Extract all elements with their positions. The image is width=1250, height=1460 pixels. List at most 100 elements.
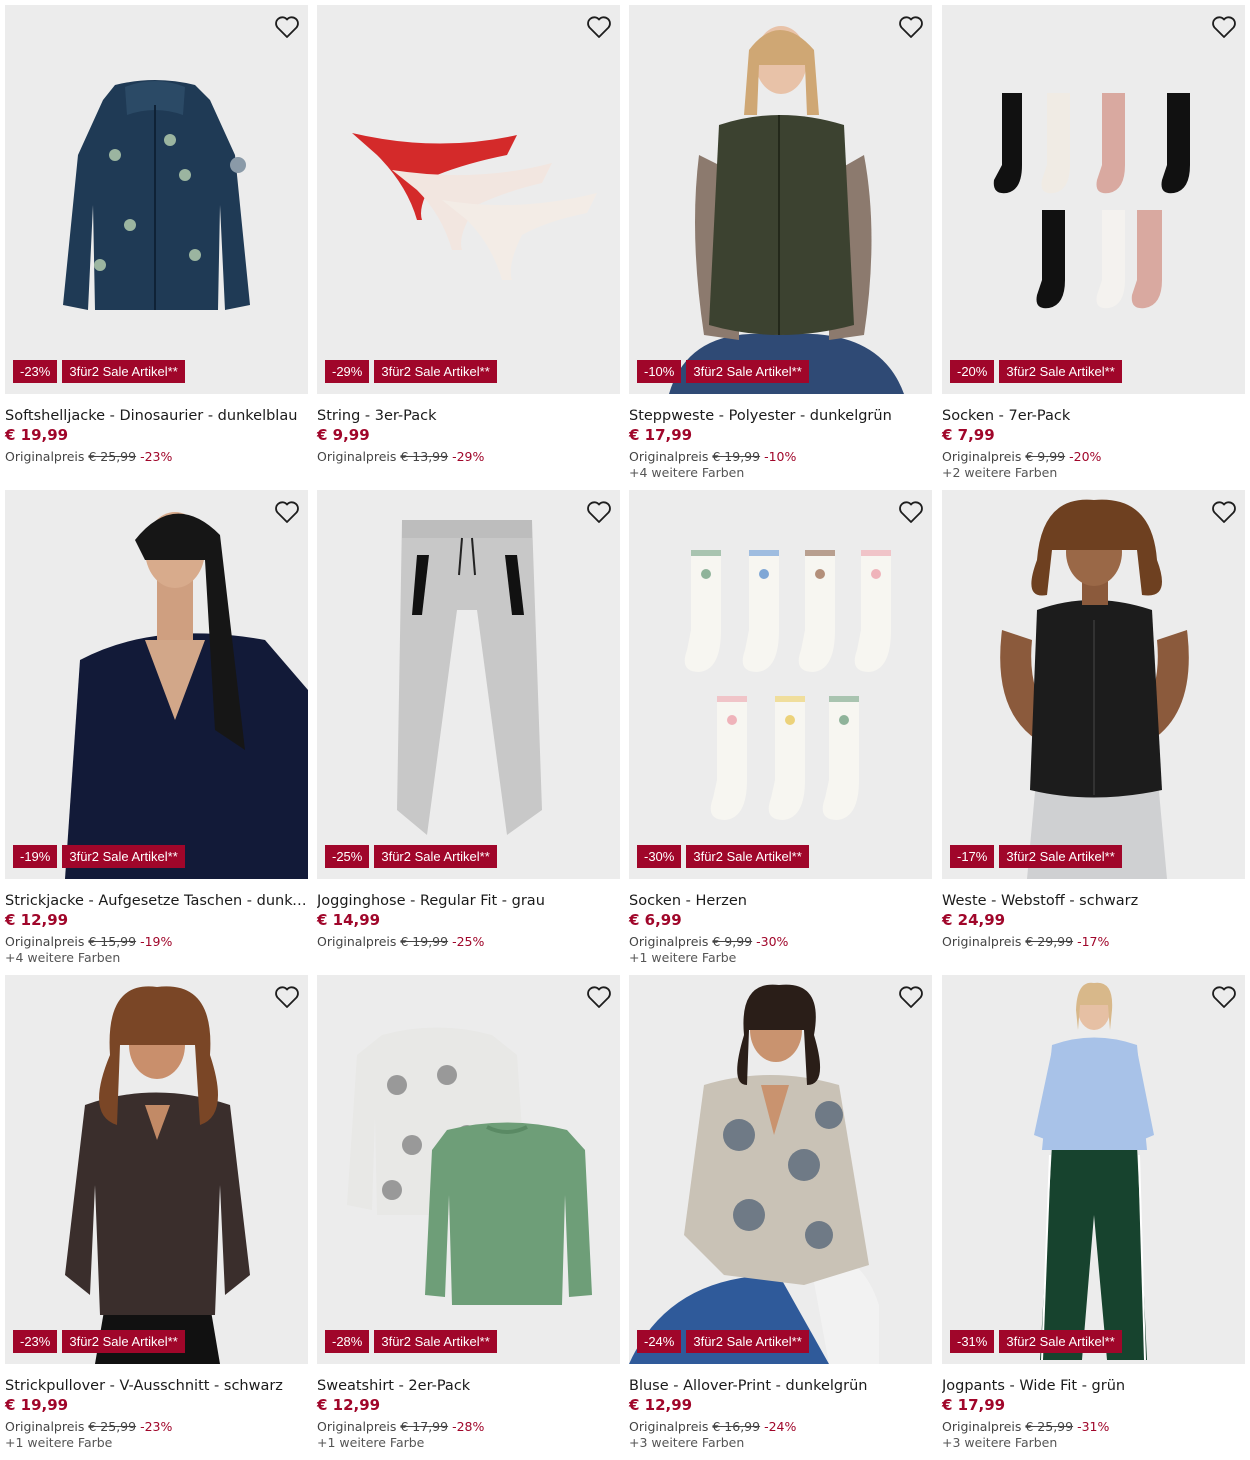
discount-badge: -19% <box>13 845 58 868</box>
product-price: € 12,99 <box>317 1396 381 1414</box>
original-price-label: Originalpreis <box>629 449 709 464</box>
product-title[interactable]: Socken - 7er-Pack <box>942 407 1245 426</box>
discount-badge: -23% <box>13 1330 58 1353</box>
more-colors: +3 weitere Farben <box>629 1435 745 1450</box>
jogging-pants-image <box>397 520 542 835</box>
wishlist-heart-icon[interactable] <box>1211 985 1237 1009</box>
discount-percent: -19% <box>140 934 173 949</box>
badges: -24% 3für2 Sale Artikel** <box>637 1330 809 1353</box>
woven-vest-model-image <box>1000 499 1189 879</box>
original-price: € 29,99 <box>1025 934 1074 949</box>
original-price-line: Originalpreis € 9,99 -30% <box>629 934 932 950</box>
original-price: € 9,99 <box>1025 449 1066 464</box>
wishlist-heart-icon[interactable] <box>586 985 612 1009</box>
original-price: € 15,99 <box>88 934 137 949</box>
product-card[interactable]: -25% 3für2 Sale Artikel** Jogginghose - … <box>317 490 620 975</box>
product-image[interactable]: -19% 3für2 Sale Artikel** <box>5 490 308 879</box>
more-colors: +1 weitere Farbe <box>629 950 737 965</box>
wishlist-heart-icon[interactable] <box>586 500 612 524</box>
product-grid: -23% 3für2 Sale Artikel** Softshelljacke… <box>0 0 1250 1450</box>
discount-badge: -25% <box>325 845 370 868</box>
more-colors: +3 weitere Farben <box>942 1435 1058 1450</box>
discount-badge: -29% <box>325 360 370 383</box>
product-image[interactable]: -28% 3für2 Sale Artikel** <box>317 975 620 1364</box>
product-title[interactable]: Softshelljacke - Dinosaurier - dunkelbla… <box>5 407 308 426</box>
product-card[interactable]: -10% 3für2 Sale Artikel** Steppweste - P… <box>629 5 932 490</box>
promo-badge: 3für2 Sale Artikel** <box>686 360 809 383</box>
original-price-line: Originalpreis € 29,99 -17% <box>942 934 1245 950</box>
cardigan-model-image <box>65 512 308 879</box>
wishlist-heart-icon[interactable] <box>1211 500 1237 524</box>
wishlist-heart-icon[interactable] <box>274 500 300 524</box>
discount-percent: -20% <box>1069 449 1102 464</box>
original-price: € 9,99 <box>712 934 753 949</box>
promo-badge: 3für2 Sale Artikel** <box>999 360 1122 383</box>
badges: -23% 3für2 Sale Artikel** <box>13 360 185 383</box>
wishlist-heart-icon[interactable] <box>898 985 924 1009</box>
product-image[interactable]: -29% 3für2 Sale Artikel** <box>317 5 620 394</box>
product-card[interactable]: -30% 3für2 Sale Artikel** Socken - Herze… <box>629 490 932 975</box>
product-card[interactable]: -17% 3für2 Sale Artikel** Weste - Websto… <box>942 490 1245 975</box>
more-colors: +1 weitere Farbe <box>317 1435 425 1450</box>
original-price: € 25,99 <box>88 449 137 464</box>
product-title[interactable]: Bluse - Allover-Print - dunkelgrün <box>629 1377 932 1396</box>
wide-jogpants-model-image <box>1034 982 1154 1361</box>
product-title[interactable]: Steppweste - Polyester - dunkelgrün <box>629 407 932 426</box>
original-price: € 13,99 <box>400 449 449 464</box>
badges: -31% 3für2 Sale Artikel** <box>950 1330 1122 1353</box>
product-card[interactable]: -20% 3für2 Sale Artikel** Socken - 7er-P… <box>942 5 1245 490</box>
promo-badge: 3für2 Sale Artikel** <box>62 360 185 383</box>
product-title[interactable]: Strickpullover - V-Ausschnitt - schwarz <box>5 1377 308 1396</box>
original-price-line: Originalpreis € 19,99 -10% <box>629 449 932 465</box>
original-price-line: Originalpreis € 25,99 -31% <box>942 1419 1245 1435</box>
badges: -17% 3für2 Sale Artikel** <box>950 845 1122 868</box>
original-price-line: Originalpreis € 25,99 -23% <box>5 1419 308 1435</box>
product-image[interactable]: -23% 3für2 Sale Artikel** <box>5 975 308 1364</box>
product-title[interactable]: Socken - Herzen <box>629 892 932 911</box>
product-image[interactable]: -30% 3für2 Sale Artikel** <box>629 490 932 879</box>
more-colors: +4 weitere Farben <box>5 950 121 965</box>
product-image[interactable]: -24% 3für2 Sale Artikel** <box>629 975 932 1364</box>
discount-percent: -23% <box>140 449 173 464</box>
wishlist-heart-icon[interactable] <box>898 15 924 39</box>
wishlist-heart-icon[interactable] <box>274 985 300 1009</box>
original-price-label: Originalpreis <box>317 1419 397 1434</box>
product-title[interactable]: Jogpants - Wide Fit - grün <box>942 1377 1245 1396</box>
discount-percent: -30% <box>756 934 789 949</box>
heart-socks-image <box>684 550 891 820</box>
product-title[interactable]: Jogginghose - Regular Fit - grau <box>317 892 620 911</box>
original-price-line: Originalpreis € 9,99 -20% <box>942 449 1245 465</box>
original-price-label: Originalpreis <box>5 934 85 949</box>
product-card[interactable]: -29% 3für2 Sale Artikel** String - 3er-P… <box>317 5 620 490</box>
product-card[interactable]: -23% 3für2 Sale Artikel** Softshelljacke… <box>5 5 308 490</box>
wishlist-heart-icon[interactable] <box>898 500 924 524</box>
product-image[interactable]: -20% 3für2 Sale Artikel** <box>942 5 1245 394</box>
product-price: € 12,99 <box>629 1396 693 1414</box>
product-card[interactable]: -24% 3für2 Sale Artikel** Bluse - Allove… <box>629 975 932 1460</box>
product-price: € 19,99 <box>5 426 69 444</box>
more-colors: +2 weitere Farben <box>942 465 1058 480</box>
product-title[interactable]: Strickjacke - Aufgesetze Taschen - dunke… <box>5 892 308 911</box>
product-image[interactable]: -31% 3für2 Sale Artikel** <box>942 975 1245 1364</box>
product-image[interactable]: -25% 3für2 Sale Artikel** <box>317 490 620 879</box>
product-card[interactable]: -31% 3für2 Sale Artikel** Jogpants - Wid… <box>942 975 1245 1460</box>
product-title[interactable]: String - 3er-Pack <box>317 407 620 426</box>
wishlist-heart-icon[interactable] <box>586 15 612 39</box>
discount-badge: -20% <box>950 360 995 383</box>
knit-pullover-model-image <box>65 986 250 1364</box>
product-image[interactable]: -23% 3für2 Sale Artikel** <box>5 5 308 394</box>
discount-badge: -17% <box>950 845 995 868</box>
product-price: € 6,99 <box>629 911 682 929</box>
product-image[interactable]: -10% 3für2 Sale Artikel** <box>629 5 932 394</box>
quilted-vest-model-image <box>669 26 904 394</box>
wishlist-heart-icon[interactable] <box>274 15 300 39</box>
product-title[interactable]: Weste - Webstoff - schwarz <box>942 892 1245 911</box>
promo-badge: 3für2 Sale Artikel** <box>374 845 497 868</box>
product-title[interactable]: Sweatshirt - 2er-Pack <box>317 1377 620 1396</box>
promo-badge: 3für2 Sale Artikel** <box>374 1330 497 1353</box>
product-card[interactable]: -28% 3für2 Sale Artikel** Sweatshirt - 2… <box>317 975 620 1460</box>
product-image[interactable]: -17% 3für2 Sale Artikel** <box>942 490 1245 879</box>
product-card[interactable]: -23% 3für2 Sale Artikel** Strickpullover… <box>5 975 308 1460</box>
wishlist-heart-icon[interactable] <box>1211 15 1237 39</box>
product-card[interactable]: -19% 3für2 Sale Artikel** Strickjacke - … <box>5 490 308 975</box>
